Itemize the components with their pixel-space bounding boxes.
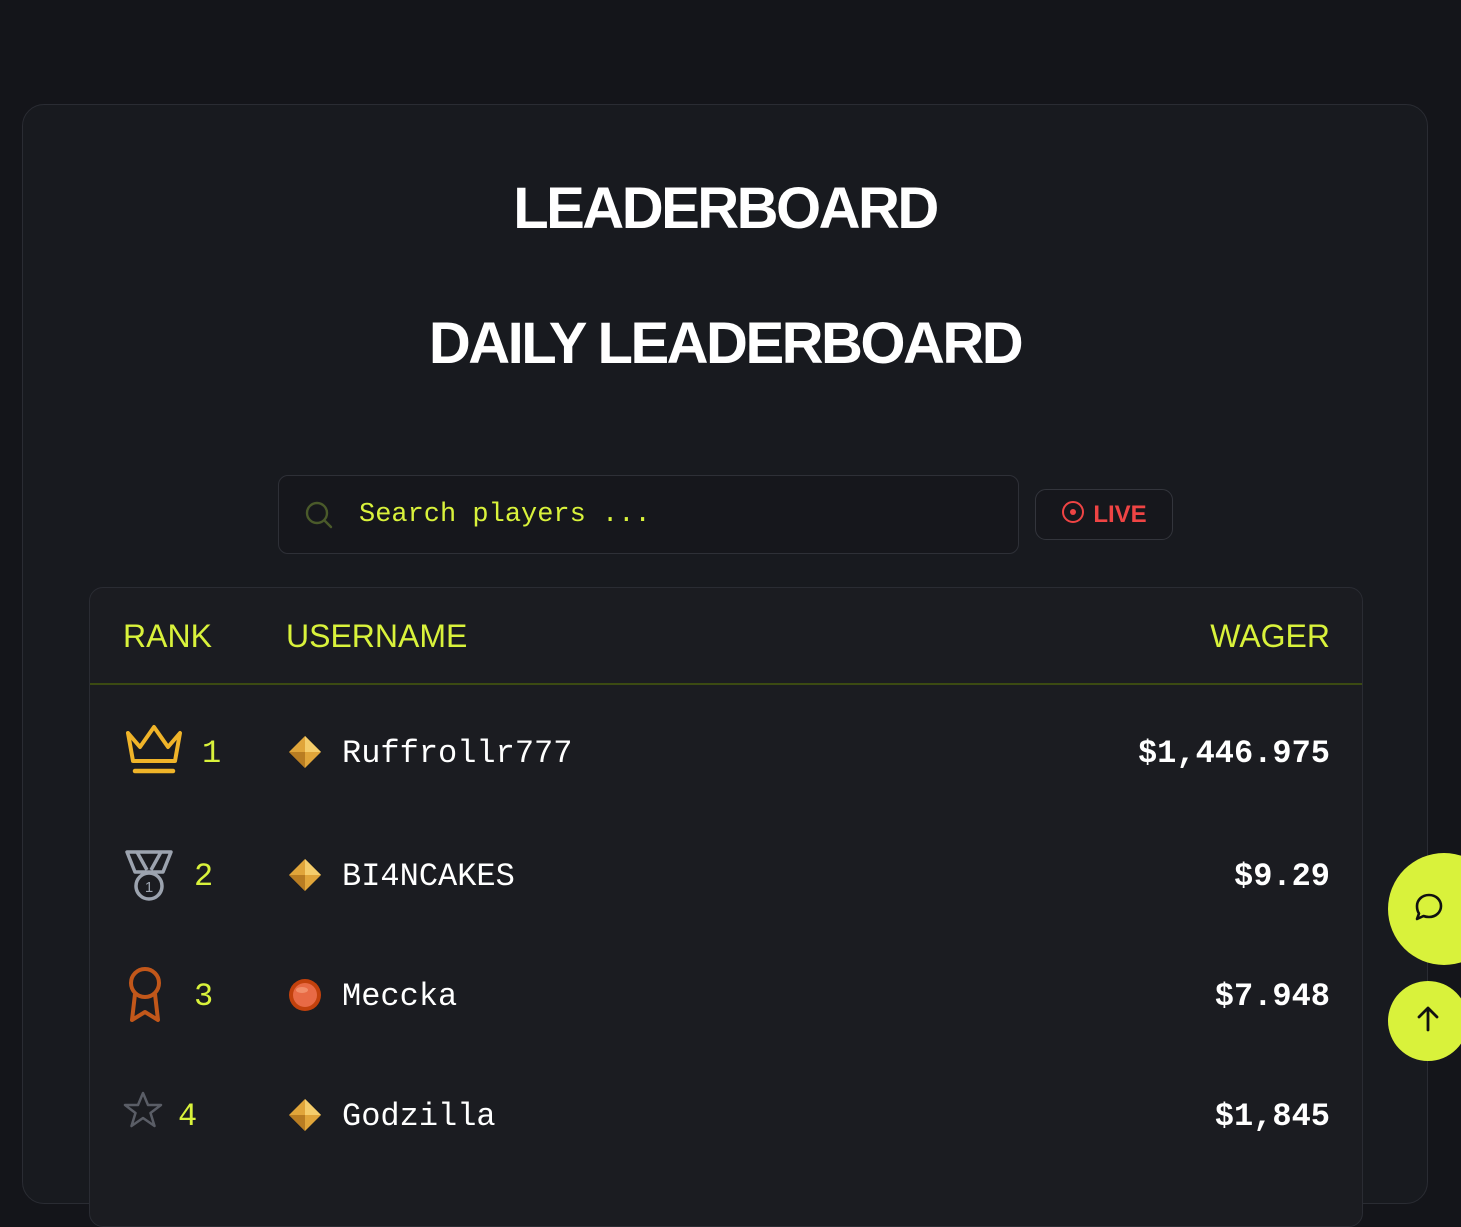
player-wager: $1,845 <box>1214 1098 1330 1135</box>
rank-number: 1 <box>202 735 222 772</box>
rank-number: 4 <box>178 1098 198 1135</box>
player-wager: $7.948 <box>1214 978 1330 1015</box>
rank-column-header: RANK <box>123 618 212 654</box>
search-input[interactable] <box>359 476 1018 553</box>
leaderboard-table: RANK USERNAME WAGER 1 Ruffrollr777 $1,44… <box>89 587 1363 1227</box>
page-title: LEADERBOARD <box>513 176 939 241</box>
gold-diamond-icon <box>288 735 322 769</box>
search-box[interactable] <box>278 475 1019 554</box>
player-username: Ruffrollr777 <box>342 735 573 772</box>
player-username: BI4NCAKES <box>342 858 515 895</box>
scroll-to-top-button[interactable] <box>1388 981 1461 1061</box>
gold-diamond-icon <box>288 858 322 892</box>
table-row[interactable]: 1 2 BI4NCAKES $9.29 <box>90 812 1362 932</box>
bronze-orb-icon <box>288 978 322 1012</box>
table-row[interactable]: 1 Ruffrollr777 $1,446.975 <box>90 689 1362 809</box>
gold-diamond-icon <box>288 1098 322 1132</box>
star-icon <box>123 1090 163 1130</box>
live-label: LIVE <box>1093 500 1147 528</box>
wager-column-header: WAGER <box>1210 618 1330 654</box>
player-username: Meccka <box>342 978 458 1015</box>
table-row[interactable]: 3 Meccka $7.948 <box>90 932 1362 1052</box>
bronze-award-icon <box>123 966 167 1024</box>
leaderboard-subtitle: DAILY LEADERBOARD <box>428 311 1024 376</box>
table-row[interactable]: 4 Godzilla $1,845 <box>90 1052 1362 1172</box>
username-column-header: USERNAME <box>286 618 468 654</box>
silver-medal-icon: 1 <box>123 848 175 904</box>
rank-number: 2 <box>194 858 214 895</box>
player-wager: $1,446.975 <box>1137 735 1330 772</box>
player-wager: $9.29 <box>1233 858 1330 895</box>
crown-icon <box>123 721 185 777</box>
arrow-up-icon <box>1413 1004 1443 1039</box>
live-dot-icon <box>1061 500 1085 529</box>
live-badge[interactable]: LIVE <box>1035 489 1173 540</box>
svg-text:1: 1 <box>145 879 153 896</box>
player-username: Godzilla <box>342 1098 496 1135</box>
leaderboard-card: LEADERBOARD DAILY LEADERBOARD LIVE RANK … <box>22 104 1428 1227</box>
chat-bubble-icon <box>1412 890 1446 929</box>
table-header: RANK USERNAME WAGER <box>90 588 1362 685</box>
search-icon <box>303 499 335 531</box>
rank-number: 3 <box>194 978 214 1015</box>
